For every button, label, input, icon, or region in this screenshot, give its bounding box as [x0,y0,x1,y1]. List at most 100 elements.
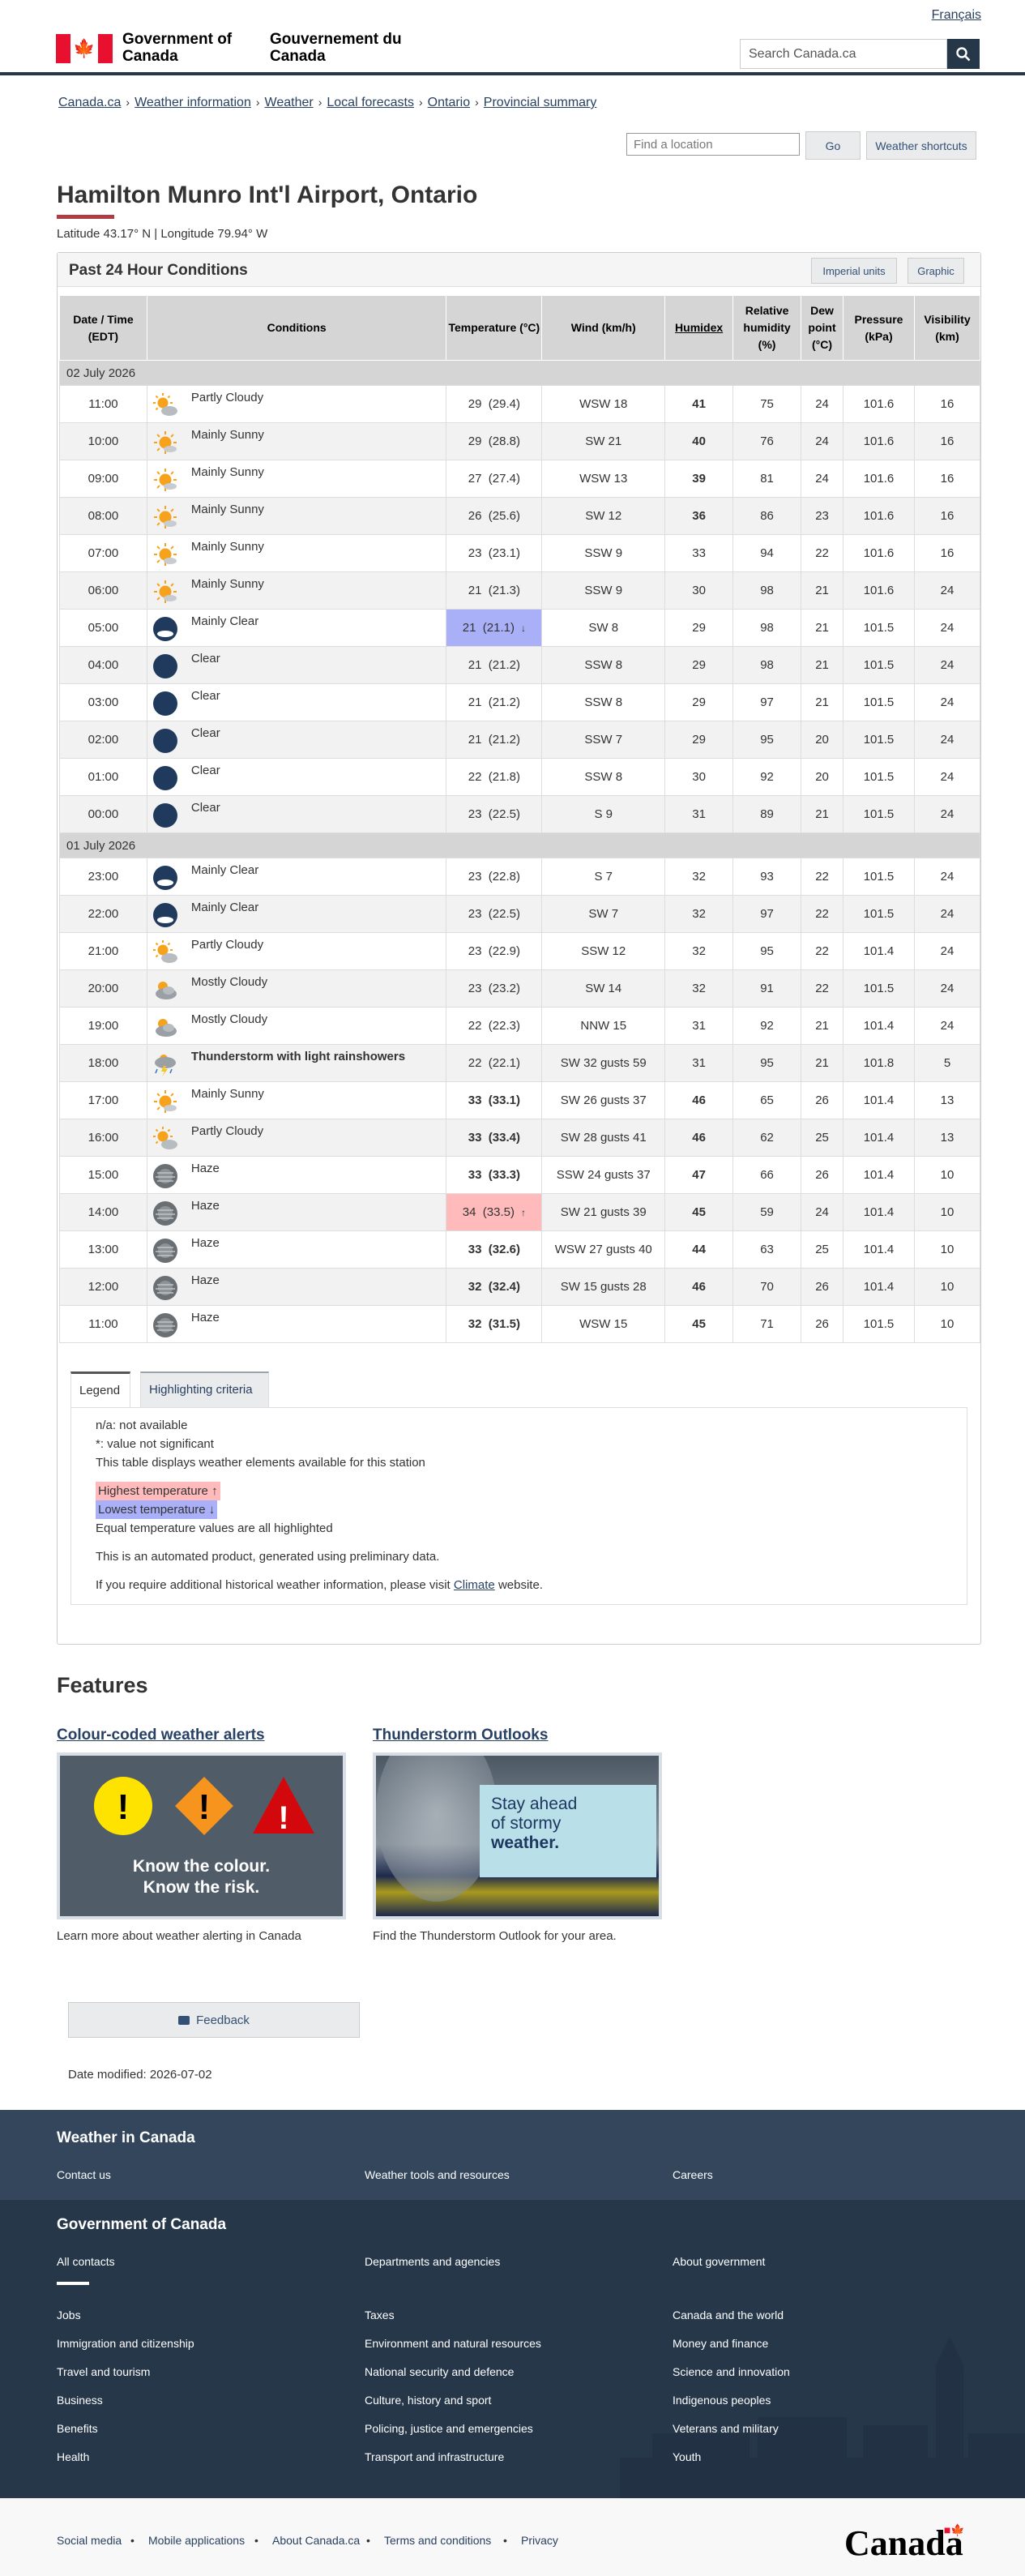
imperial-units-button[interactable]: Imperial units [811,258,897,284]
breadcrumb-link[interactable]: Weather information [135,96,251,110]
cell-temperature: 33 (32.6) [446,1230,543,1269]
cell-conditions: Clear [146,646,447,684]
footer-link[interactable]: Money and finance [673,2337,768,2350]
cell-temperature: 22 (22.1) [446,1044,543,1082]
cell-humidex: 29 [664,721,734,759]
footer-link[interactable]: Veterans and military [673,2422,779,2435]
col-humidex[interactable]: Humidex [664,295,734,361]
table-row: 22:00 Mainly Clear 23 (22.5) SW 7 32 97 22 101.… [59,895,981,933]
cell-dewpoint: 20 [801,758,844,796]
footer-link[interactable]: Immigration and citizenship [57,2337,194,2350]
feedback-label: Feedback [196,2013,250,2027]
cell-wind: SW 28 gusts 41 [541,1119,666,1157]
footer-link[interactable]: Travel and tourism [57,2365,150,2378]
thunderstorm-image[interactable]: Stay ahead of stormy weather. [373,1752,662,1919]
feature-title-thunderstorm[interactable]: Thunderstorm Outlooks [373,1727,548,1744]
climate-link[interactable]: Climate [454,1578,495,1592]
footer-bottom-link[interactable]: Social media [57,2534,122,2547]
footer-link[interactable]: Departments and agencies [365,2255,500,2268]
footer-link[interactable]: Benefits [57,2422,98,2435]
breadcrumb-link[interactable]: Local forecasts [327,96,414,110]
footer-link[interactable]: Business [57,2394,103,2407]
site-search-input[interactable]: Search Canada.ca [740,39,947,69]
canada-flag-icon: ■🍁 [943,2525,965,2537]
cell-temperature: 21 (21.2) [446,646,543,684]
search-button[interactable] [947,39,980,69]
condition-label: Clear [190,726,220,740]
breadcrumb-link[interactable]: Weather [265,96,314,110]
cell-time: 11:00 [59,1305,147,1343]
arrow-up-icon: ↑ [211,1484,218,1498]
footer-bottom-link[interactable]: Mobile applications [148,2534,245,2547]
footer-link[interactable]: National security and defence [365,2365,514,2378]
alerts-image[interactable]: ! ! ! Know the colour. Know the risk. [57,1752,346,1919]
footer-link[interactable]: Weather tools and resources [365,2168,510,2181]
cell-humidex: 46 [664,1119,734,1157]
cell-temperature: 26 (25.6) [446,497,543,535]
cell-time: 08:00 [59,497,147,535]
find-location-input[interactable]: Find a location [626,133,800,156]
footer-link[interactable]: Environment and natural resources [365,2337,541,2350]
go-button[interactable]: Go [805,131,861,160]
graphic-button[interactable]: Graphic [908,258,964,284]
cell-humidex: 39 [664,460,734,498]
footer-link[interactable]: Youth [673,2450,701,2463]
footer-link[interactable]: Science and innovation [673,2365,790,2378]
cell-wind: SSW 9 [541,571,666,610]
footer-link[interactable]: Jobs [57,2309,81,2321]
cell-humidity: 95 [732,932,802,970]
cell-temperature: 27 (27.4) [446,460,543,498]
cell-humidex: 40 [664,422,734,460]
footer-link[interactable]: Contact us [57,2168,111,2181]
haze-icon [152,1313,177,1337]
footer-link[interactable]: Indigenous peoples [673,2394,771,2407]
language-toggle-link[interactable]: Français [932,8,981,23]
cell-conditions: Mostly Cloudy [146,969,447,1008]
weather-shortcuts-button[interactable]: Weather shortcuts [866,131,976,160]
cell-humidity: 81 [732,460,802,498]
footer-link[interactable]: Transport and infrastructure [365,2450,504,2463]
footer-weather-title: Weather in Canada [57,2129,195,2146]
tab-highlighting-criteria[interactable]: Highlighting criteria [140,1371,269,1408]
cell-humidex: 31 [664,1044,734,1082]
feature-title-alerts[interactable]: Colour-coded weather alerts [57,1727,265,1744]
footer-link[interactable]: About government [673,2255,765,2268]
table-row: 14:00 Haze 34 (33.5) ↑ SW 21 gusts 39 45 59 24 1… [59,1193,981,1231]
cell-dewpoint: 26 [801,1268,844,1306]
goc-signature[interactable]: 🍁 Government of Canada Gouvernement du C… [56,31,406,65]
thunderstorm-icon [154,1055,176,1076]
cell-humidity: 66 [732,1156,802,1194]
cell-pressure: 101.4 [843,1230,915,1269]
cell-time: 07:00 [59,534,147,572]
footer-bottom-link[interactable]: Privacy [521,2534,558,2547]
cell-humidity: 97 [732,895,802,933]
breadcrumb-link[interactable]: Provincial summary [484,96,597,110]
footer-link[interactable]: Policing, justice and emergencies [365,2422,533,2435]
footer-bottom-link[interactable]: About Canada.ca [272,2534,360,2547]
footer-link[interactable]: Health [57,2450,89,2463]
cell-humidex: 46 [664,1081,734,1119]
signature-en: Government of Canada [122,31,233,65]
cell-pressure: 101.4 [843,1007,915,1045]
cell-humidex: 46 [664,1268,734,1306]
condition-label: Mainly Sunny [190,503,264,516]
breadcrumb-link[interactable]: Ontario [428,96,470,110]
haze-icon [152,1201,177,1226]
feedback-button[interactable]: Feedback [68,2002,360,2038]
footer-link[interactable]: Careers [673,2168,713,2181]
footer-link[interactable]: Canada and the world [673,2309,784,2321]
tab-legend[interactable]: Legend [70,1371,130,1408]
footer-link[interactable]: Culture, history and sport [365,2394,491,2407]
date-label: 02 July 2026 [59,360,980,386]
cell-humidex: 45 [664,1193,734,1231]
cell-visibility: 13 [913,1081,981,1119]
breadcrumb-link[interactable]: Canada.ca [58,96,121,110]
footer-link[interactable]: All contacts [57,2255,115,2268]
cell-visibility: 24 [913,646,981,684]
footer-link[interactable]: Taxes [365,2309,395,2321]
cell-wind: WSW 13 [541,460,666,498]
cell-humidex: 30 [664,571,734,610]
footer-bottom-link[interactable]: Terms and conditions [384,2534,491,2547]
cell-time: 06:00 [59,571,147,610]
cell-humidity: 98 [732,609,802,647]
